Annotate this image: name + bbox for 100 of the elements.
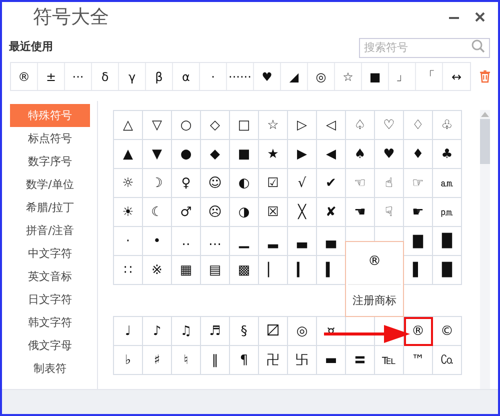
symbol-cell[interactable]: ▤ [201, 256, 230, 285]
symbol-cell[interactable]: √ [288, 169, 317, 198]
symbol-cell[interactable]: ♪ [143, 317, 172, 346]
symbol-cell[interactable]: ◆ [201, 140, 230, 169]
symbol-cell[interactable]: ■ [230, 140, 259, 169]
symbol-cell[interactable]: • [143, 227, 172, 256]
symbol-cell[interactable]: ☛ [404, 198, 433, 227]
symbol-cell[interactable]: ☾ [143, 198, 172, 227]
symbol-cell[interactable]: ♯ [143, 346, 172, 375]
symbol-cell[interactable]: ▬ [317, 346, 346, 375]
symbol-cell[interactable]: 〼 [259, 317, 288, 346]
symbol-cell[interactable]: ‥ [172, 227, 201, 256]
symbol-cell[interactable]: ☹ [201, 198, 230, 227]
symbol-cell[interactable]: ▼ [143, 140, 172, 169]
symbol-cell[interactable]: ♢ [404, 111, 433, 140]
symbol-cell[interactable]: ∷ [114, 256, 143, 285]
symbol-cell[interactable]: ◎ [288, 317, 317, 346]
symbol-cell[interactable]: ☞ [404, 169, 433, 198]
symbol-cell[interactable]: ☒ [259, 198, 288, 227]
category-tab[interactable]: 制表符 [10, 357, 90, 380]
trash-icon[interactable] [480, 70, 490, 83]
symbol-cell[interactable]: ▄ [317, 227, 346, 256]
symbol-cell[interactable]: ☀ [114, 198, 143, 227]
symbol-cell[interactable]: ☜ [346, 169, 375, 198]
symbol-cell[interactable]: ▦ [172, 256, 201, 285]
symbol-cell[interactable]: ㏂ [433, 169, 462, 198]
symbol-cell[interactable]: ◑ [230, 198, 259, 227]
category-tab[interactable]: 英文音标 [10, 265, 90, 288]
symbol-cell[interactable]: ♦ [404, 140, 433, 169]
symbol-cell[interactable]: ☆ [259, 111, 288, 140]
symbol-cell[interactable]: ® [404, 317, 433, 346]
symbol-cell[interactable]: ♮ [172, 346, 201, 375]
symbol-cell[interactable]: ☽ [143, 169, 172, 198]
symbol-cell[interactable]: ▏ [259, 256, 288, 285]
symbol-cell[interactable]: ▽ [143, 111, 172, 140]
symbol-cell[interactable]: ♧ [433, 111, 462, 140]
symbol-cell[interactable]: △ [114, 111, 143, 140]
category-tab[interactable]: 拼音/注音 [10, 219, 90, 242]
symbol-cell[interactable]: © [433, 317, 462, 346]
category-tab[interactable]: 日文字符 [10, 288, 90, 311]
symbol-cell[interactable]: ╳ [288, 198, 317, 227]
symbol-cell[interactable]: ℡ [375, 346, 404, 375]
symbol-cell[interactable]: ☝ [375, 169, 404, 198]
symbol-cell[interactable]: ▷ [288, 111, 317, 140]
symbol-cell[interactable]: ◀ [317, 140, 346, 169]
symbol-cell[interactable]: 卐 [288, 346, 317, 375]
symbol-cell[interactable]: 卍 [259, 346, 288, 375]
symbol-cell[interactable]: ★ [259, 140, 288, 169]
symbol-cell[interactable]: ♥ [375, 140, 404, 169]
symbol-cell[interactable]: ☟ [375, 198, 404, 227]
symbol-cell[interactable]: ♠ [346, 140, 375, 169]
scrollbar-thumb[interactable] [480, 119, 490, 164]
symbol-cell[interactable]: ☚ [346, 198, 375, 227]
symbol-cell[interactable]: ♩ [114, 317, 143, 346]
symbol-cell[interactable]: § [230, 317, 259, 346]
symbol-cell[interactable]: ㏇ [433, 346, 462, 375]
symbol-cell[interactable]: ♭ [114, 346, 143, 375]
symbol-cell[interactable]: ▶ [288, 140, 317, 169]
symbol-cell[interactable]: ☑ [259, 169, 288, 198]
category-tab[interactable]: 数学/单位 [10, 173, 90, 196]
symbol-cell[interactable]: ○ [172, 111, 201, 140]
symbol-cell[interactable]: █ [433, 227, 462, 256]
symbol-cell[interactable]: ㏘ [433, 198, 462, 227]
scroll-up-icon[interactable] [481, 112, 489, 117]
category-tab[interactable]: 韩文字符 [10, 311, 90, 334]
symbol-cell[interactable]: ¶ [230, 346, 259, 375]
symbol-cell[interactable]: ♂ [172, 198, 201, 227]
symbol-key[interactable]: ······ [227, 63, 254, 90]
symbol-cell[interactable]: ✔ [317, 169, 346, 198]
category-tab[interactable]: 希腊/拉丁 [10, 196, 90, 219]
symbol-cell[interactable]: ◁ [317, 111, 346, 140]
symbol-cell[interactable]: ♣ [433, 140, 462, 169]
symbol-cell[interactable]: … [201, 227, 230, 256]
symbol-cell[interactable]: ♬ [201, 317, 230, 346]
symbol-cell[interactable]: ▎ [288, 256, 317, 285]
symbol-cell[interactable]: ☺ [201, 169, 230, 198]
symbol-cell[interactable]: ✘ [317, 198, 346, 227]
symbol-cell[interactable]: □ [230, 111, 259, 140]
symbol-cell[interactable]: ☼ [114, 169, 143, 198]
symbol-cell[interactable]: ● [172, 140, 201, 169]
category-tab[interactable]: 数字序号 [10, 150, 90, 173]
symbol-cell[interactable]: ▁ [230, 227, 259, 256]
symbol-cell[interactable]: ▌ [404, 256, 433, 285]
symbol-cell[interactable]: ‖ [201, 346, 230, 375]
category-tab[interactable]: 中文字符 [10, 242, 90, 265]
symbol-cell[interactable]: ▂ [259, 227, 288, 256]
symbol-cell[interactable]: ♀ [172, 169, 201, 198]
category-tab[interactable]: 俄文字母 [10, 334, 90, 357]
symbol-cell[interactable]: ▃ [288, 227, 317, 256]
symbol-cell[interactable]: ♤ [346, 111, 375, 140]
search-field[interactable]: 搜索符号 [359, 38, 490, 58]
symbol-cell[interactable]: ♫ [172, 317, 201, 346]
symbol-cell[interactable]: ▲ [114, 140, 143, 169]
symbol-cell[interactable]: █ [433, 256, 462, 285]
category-tab[interactable]: 标点符号 [10, 127, 90, 150]
symbol-cell[interactable]: · [114, 227, 143, 256]
symbol-cell[interactable]: 〓 [346, 346, 375, 375]
search-icon[interactable] [471, 39, 485, 53]
symbol-cell[interactable]: ◇ [201, 111, 230, 140]
symbol-cell[interactable]: ※ [143, 256, 172, 285]
